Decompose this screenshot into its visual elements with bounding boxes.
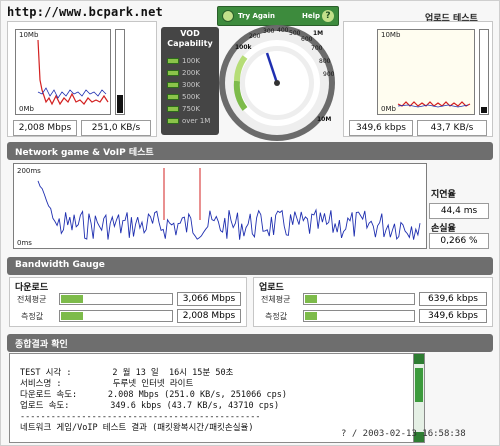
upload-measured-value: 349,6 kbps [419, 309, 487, 323]
speed-gauge: 100k 200 300 400 500 600 700 800 900 1M … [219, 25, 335, 141]
svg-text:800: 800 [319, 58, 331, 65]
download-chart-svg [16, 30, 110, 114]
latency-label: 지연율 [431, 190, 456, 200]
vod-led-icon [167, 58, 179, 64]
svg-text:1M: 1M [313, 30, 323, 37]
watermark: http://www.bcpark.net [7, 5, 163, 19]
svg-text:700: 700 [311, 45, 323, 52]
download-mbps-value: 2,008 Mbps [13, 120, 77, 136]
vod-led-icon [167, 94, 179, 100]
vod-title-line2: Capability [167, 39, 213, 48]
download-avg-fill [61, 295, 83, 303]
upload-measured-label: 측정값 [265, 312, 288, 321]
loss-value: 0,266 % [429, 233, 489, 249]
help-icon[interactable]: ? [322, 10, 334, 22]
network-section-header: Network game & VoIP 테스트 [7, 142, 493, 160]
upload-ymin: 0Mb [381, 105, 396, 113]
vod-item-2: 200K [167, 69, 200, 77]
try-again-icon[interactable] [222, 10, 234, 22]
vod-led-icon [167, 118, 179, 124]
svg-text:10M: 10M [317, 116, 331, 123]
vod-item-3: 300K [167, 81, 200, 89]
capture-timestamp: ? / 2003-02-13 16:58:38 [341, 429, 466, 439]
vod-item-6: over 1M [167, 117, 210, 125]
upload-measured-gauge [303, 310, 415, 322]
download-ymin: 0Mb [19, 105, 34, 113]
network-ymax: 200ms [17, 167, 41, 175]
download-level-bar [115, 29, 125, 115]
upload-chart [377, 29, 475, 115]
svg-text:200: 200 [249, 33, 261, 40]
svg-text:900: 900 [323, 71, 335, 78]
download-measured-fill [61, 312, 83, 320]
download-avg-gauge [59, 293, 173, 305]
bandwidth-section-header: Bandwidth Gauge [7, 257, 493, 275]
results-text: TEST 시각 : 2 월 13 일 16시 15분 50초 서비스명 : 두루… [20, 368, 287, 433]
vod-led-icon [167, 82, 179, 88]
results-section-header: 종합결과 확인 [7, 334, 493, 352]
svg-text:300: 300 [263, 28, 275, 35]
try-again-button[interactable]: Try Again [238, 12, 275, 20]
vod-led-icon [167, 106, 179, 112]
upload-avg-fill [305, 295, 317, 303]
svg-text:600: 600 [301, 36, 313, 43]
download-measured-gauge [59, 310, 173, 322]
upload-avg-value: 639,6 kbps [419, 292, 487, 306]
vod-item-4: 500K [167, 93, 200, 101]
svg-text:400: 400 [277, 27, 289, 34]
download-avg-label: 전체평균 [17, 295, 47, 304]
network-ymin: 0ms [17, 239, 32, 247]
upload-kbs-value: 43,7 KB/s [417, 120, 487, 136]
download-measured-label: 측정값 [21, 312, 44, 321]
vod-item-5: 750K [167, 105, 200, 113]
download-gauge-title: 다운로드 [15, 283, 49, 293]
help-button[interactable]: Help [302, 12, 320, 20]
svg-text:100k: 100k [235, 44, 253, 51]
upload-gauge-title: 업로드 [259, 283, 284, 293]
upload-chart-svg [378, 30, 474, 114]
network-latency-chart [13, 163, 427, 249]
vod-title-line1: VOD [180, 29, 200, 38]
download-chart [15, 29, 111, 115]
latency-series-line [37, 180, 421, 241]
download-measured-value: 2,008 Mbps [177, 309, 241, 323]
network-latency-svg [37, 168, 421, 241]
upload-avg-gauge [303, 293, 415, 305]
download-kbs-value: 251,0 KB/s [81, 120, 151, 136]
app-window: http://www.bcpark.net 10Mb 0Mb 2,008 Mbp… [0, 0, 500, 446]
vod-capability-panel: VOD Capability 100K 200K 300K 500K 750K … [161, 27, 219, 135]
scroll-up-icon[interactable] [414, 354, 424, 364]
upload-kbps-value: 349,6 kbps [349, 120, 413, 136]
download-ymax: 10Mb [19, 31, 39, 39]
svg-text:500: 500 [289, 30, 301, 37]
upload-level-bar [479, 29, 489, 115]
upload-measured-fill [305, 312, 317, 320]
latency-value: 44,4 ms [429, 203, 489, 219]
upload-avg-label: 전체평균 [261, 295, 291, 304]
vod-led-icon [167, 70, 179, 76]
download-avg-value: 3,066 Mbps [177, 292, 241, 306]
scroll-thumb[interactable] [415, 368, 423, 402]
upload-ymax: 10Mb [381, 31, 401, 39]
vod-item-1: 100K [167, 57, 200, 65]
